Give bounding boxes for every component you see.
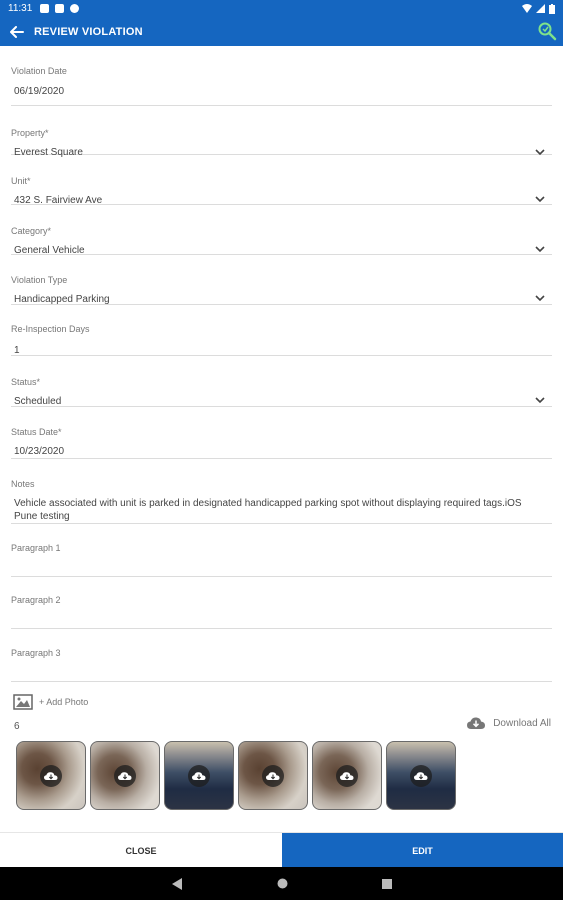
property-select[interactable]: Property* Everest Square — [11, 106, 552, 158]
sync-status-icon — [70, 4, 80, 13]
cloud-download-icon[interactable] — [114, 764, 136, 787]
search-sync-button[interactable] — [535, 19, 559, 43]
page-title: REVIEW VIOLATION — [34, 25, 143, 38]
reinspection-days-value: 1 — [14, 345, 20, 356]
chevron-down-icon — [535, 196, 545, 203]
paragraph-3-label: Paragraph 3 — [11, 648, 61, 658]
clock: 11:31 — [8, 3, 33, 14]
status-select[interactable]: Status* Scheduled — [11, 356, 552, 407]
unit-label: Unit* — [11, 176, 31, 186]
photo-thumbnail[interactable] — [16, 741, 86, 810]
paragraph-3-field[interactable]: Paragraph 3 — [11, 629, 552, 682]
paragraph-1-label: Paragraph 1 — [11, 543, 61, 553]
paragraph-1-field[interactable]: Paragraph 1 — [11, 524, 552, 577]
notification-icon — [40, 4, 50, 13]
close-button[interactable]: CLOSE — [0, 833, 282, 868]
chevron-down-icon — [535, 295, 545, 302]
violation-type-select[interactable]: Violation Type Handicapped Parking — [11, 255, 552, 305]
status-date-value: 10/23/2020 — [14, 446, 65, 457]
arrow-back-icon — [10, 25, 24, 38]
wifi-icon — [522, 4, 532, 13]
photo-thumbnail[interactable] — [386, 741, 456, 810]
cloud-download-icon[interactable] — [262, 764, 284, 787]
status-value: Scheduled — [14, 396, 62, 407]
cloud-download-icon[interactable] — [336, 764, 358, 787]
photo-thumbnail[interactable] — [238, 741, 308, 810]
violation-date-label: Violation Date — [11, 66, 67, 76]
chevron-down-icon — [535, 246, 545, 253]
photo-thumbnail[interactable] — [164, 741, 234, 810]
status-date-field[interactable]: Status Date* 10/23/2020 — [11, 407, 552, 459]
action-bar: CLOSE EDIT — [0, 832, 563, 868]
search-sync-icon — [538, 22, 557, 41]
reinspection-days-label: Re-Inspection Days — [11, 324, 90, 334]
back-button[interactable] — [0, 17, 34, 46]
photo-count: 6 — [14, 721, 20, 732]
photo-thumbnail[interactable] — [90, 741, 160, 810]
storage-icon — [55, 4, 65, 13]
add-photo-button[interactable]: + Add Photo — [13, 694, 88, 710]
category-label: Category* — [11, 226, 52, 236]
system-status-bar: 11:31 — [0, 0, 563, 17]
category-select[interactable]: Category* General Vehicle — [11, 205, 552, 256]
edit-button[interactable]: EDIT — [282, 833, 563, 868]
cloud-download-icon[interactable] — [410, 764, 432, 787]
unit-select[interactable]: Unit* 432 S. Fairview Ave — [11, 155, 552, 206]
download-all-button[interactable]: Download All — [467, 717, 551, 730]
reinspection-days-field[interactable]: Re-Inspection Days 1 — [11, 305, 552, 356]
property-label: Property* — [11, 128, 49, 138]
system-navigation-bar — [0, 867, 563, 900]
violation-type-label: Violation Type — [11, 275, 68, 285]
image-icon — [13, 694, 33, 710]
status-label: Status* — [11, 377, 41, 387]
violation-form: Violation Date 06/19/2020 Property* Ever… — [11, 46, 552, 682]
nav-recents-icon[interactable] — [381, 878, 392, 889]
paragraph-2-label: Paragraph 2 — [11, 595, 61, 605]
signal-icon — [536, 4, 545, 13]
add-photo-label: + Add Photo — [39, 697, 89, 707]
photo-gallery — [16, 741, 456, 810]
cloud-download-icon[interactable] — [40, 764, 62, 787]
battery-icon — [549, 3, 555, 14]
notes-label: Notes — [11, 479, 35, 489]
notes-value: Vehicle associated with unit is parked i… — [14, 498, 522, 522]
violation-date-field[interactable]: Violation Date 06/19/2020 — [11, 46, 552, 106]
app-bar: REVIEW VIOLATION — [0, 17, 563, 46]
cloud-download-icon[interactable] — [188, 764, 210, 787]
status-date-label: Status Date* — [11, 427, 62, 437]
paragraph-2-field[interactable]: Paragraph 2 — [11, 577, 552, 629]
violation-date-value: 06/19/2020 — [14, 86, 65, 97]
chevron-down-icon — [535, 397, 545, 404]
nav-back-icon[interactable] — [171, 877, 183, 890]
download-all-label: Download All — [493, 718, 551, 729]
photo-thumbnail[interactable] — [312, 741, 382, 810]
violation-type-value: Handicapped Parking — [14, 294, 110, 305]
notes-field[interactable]: Notes Vehicle associated with unit is pa… — [11, 459, 552, 524]
cloud-download-icon — [467, 717, 486, 729]
nav-home-icon[interactable] — [277, 878, 288, 889]
